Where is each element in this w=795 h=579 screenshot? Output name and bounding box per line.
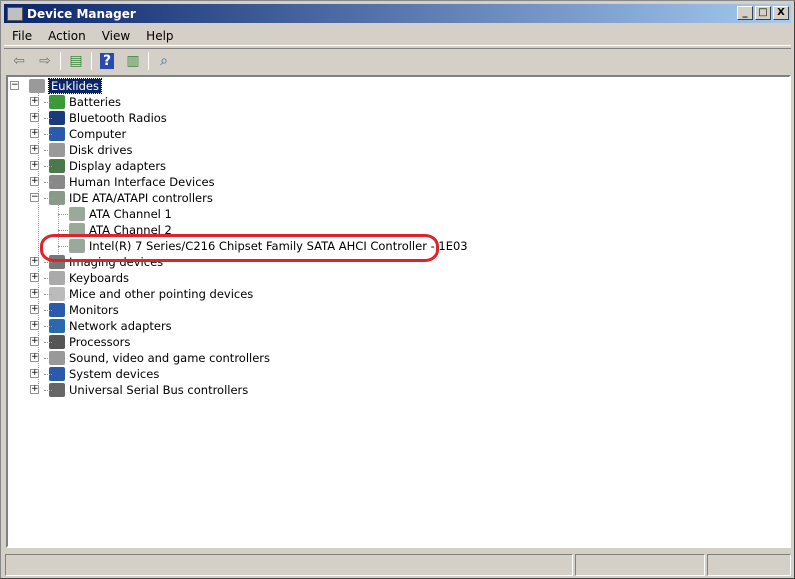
tree-root-computer[interactable]: Euklides [29,78,102,94]
tree-connector [58,214,68,215]
tree-connector [44,358,52,359]
tree-item[interactable]: Sound, video and game controllers [49,350,270,366]
title-bar[interactable]: Device Manager _ □ X [4,4,791,23]
tree-connector [44,150,52,151]
maximize-button[interactable]: □ [755,6,771,20]
tree-connector [44,262,52,263]
tree-item[interactable]: Mice and other pointing devices [49,286,253,302]
window-title: Device Manager [27,6,136,21]
tree-item[interactable]: Network adapters [49,318,172,334]
tree-item-label: Keyboards [69,271,130,285]
menu-file[interactable]: File [4,29,40,43]
tree-item-label: Display adapters [69,159,167,173]
tree-connector [44,342,52,343]
tree-item[interactable]: Keyboards [49,270,129,286]
tree-item[interactable]: Universal Serial Bus controllers [49,382,248,398]
tree-item[interactable]: Bluetooth Radios [49,110,167,126]
tree-connector [44,310,52,311]
scan-hardware-icon[interactable]: ⌕ [153,51,175,71]
tree-connector [44,182,52,183]
status-pane-3 [707,554,791,576]
tree-item[interactable]: IDE ATA/ATAPI controllers [49,190,213,206]
show-action-pane-icon[interactable]: ▥ [122,51,144,71]
tree-connector [44,198,52,199]
tree-item-label: Euklides [48,78,102,94]
tree-item[interactable]: Disk drives [49,142,132,158]
tree-connector [44,294,52,295]
tree-connector [44,134,52,135]
toolbar-separator [60,52,61,70]
tree-child-item[interactable]: ATA Channel 1 [69,206,172,222]
tree-connector [44,278,52,279]
tree-root-computer-device-icon [29,79,45,93]
help-icon[interactable]: ? [96,51,118,71]
tree-item-label: Mice and other pointing devices [69,287,254,301]
toolbar-separator [91,52,92,70]
close-button[interactable]: X [773,6,789,20]
toolbar-separator [148,52,149,70]
toolbar: ⇦ ⇨ ▤ ? ▥ ⌕ [4,48,791,73]
tree-connector [44,390,52,391]
device-manager-icon [7,6,23,21]
tree-item-label: Network adapters [69,319,172,333]
tree-connector [58,230,68,231]
tree-item[interactable]: Processors [49,334,130,350]
menu-bar: File Action View Help [4,26,791,46]
tree-connector [44,102,52,103]
tree-item-label: Disk drives [69,143,133,157]
device-tree[interactable]: Euklides − Batteries + Bluetooth Radios + Comp… [6,75,791,548]
tree-item-label: IDE ATA/ATAPI controllers [69,191,213,205]
tree-item-label: Bluetooth Radios [69,111,167,125]
tree-child-device-icon [69,207,85,221]
tree-connector [44,374,52,375]
expand-toggle[interactable]: − [10,81,19,90]
tree-item[interactable]: Computer [49,126,126,142]
device-manager-window: Device Manager _ □ X File Action View He… [0,0,795,579]
tree-item-label: Universal Serial Bus controllers [69,383,249,397]
menu-action[interactable]: Action [40,29,94,43]
tree-item[interactable]: Monitors [49,302,119,318]
tree-item-label: System devices [69,367,160,381]
tree-connector [44,326,52,327]
menu-help[interactable]: Help [138,29,181,43]
back-icon[interactable]: ⇦ [8,51,30,71]
tree-item[interactable]: Display adapters [49,158,166,174]
status-pane-main [5,554,573,576]
red-highlight-annotation [40,234,439,262]
forward-icon[interactable]: ⇨ [34,51,56,71]
show-hide-console-tree-icon[interactable]: ▤ [65,51,87,71]
tree-item[interactable]: Human Interface Devices [49,174,215,190]
tree-item-label: Human Interface Devices [69,175,215,189]
tree-item-label: Computer [69,127,127,141]
tree-connector [38,91,39,390]
tree-item-label: Processors [69,335,131,349]
tree-item-label: Batteries [69,95,122,109]
tree-connector [44,118,52,119]
tree-connector [44,166,52,167]
tree-item-label: Sound, video and game controllers [69,351,271,365]
status-pane-2 [575,554,705,576]
menu-view[interactable]: View [94,29,138,43]
tree-item-label: Monitors [69,303,119,317]
tree-item-label: ATA Channel 1 [89,207,172,221]
minimize-button[interactable]: _ [737,6,753,20]
tree-item[interactable]: Batteries [49,94,121,110]
tree-item[interactable]: System devices [49,366,159,382]
